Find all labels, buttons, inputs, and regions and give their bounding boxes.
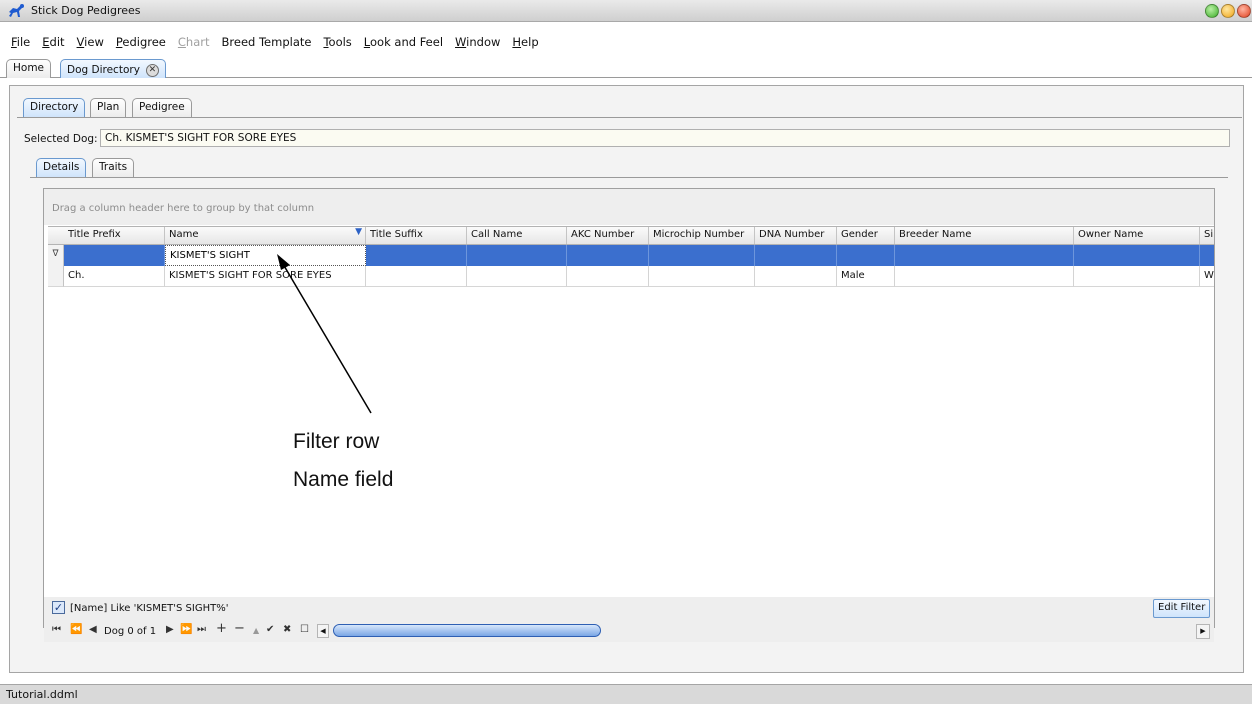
cell-title-suffix[interactable] xyxy=(366,266,467,287)
menu-item-chart[interactable]: Chart xyxy=(172,35,216,49)
horizontal-scrollbar-thumb[interactable] xyxy=(333,624,601,637)
filter-gender-cell[interactable] xyxy=(837,245,895,266)
menu-item-pedigree[interactable]: Pedigree xyxy=(110,35,172,49)
close-window-button[interactable] xyxy=(1237,4,1251,18)
cell-breeder-name[interactable] xyxy=(895,266,1074,287)
title-bar xyxy=(0,0,1252,22)
post-record-icon[interactable]: ✔ xyxy=(266,624,274,635)
app-dog-icon xyxy=(9,4,24,17)
detail-tab-divider xyxy=(30,177,1228,178)
next-record-icon[interactable]: ▶ xyxy=(166,624,174,635)
tab-strip-divider xyxy=(0,77,1252,78)
filter-title-suffix-cell[interactable] xyxy=(366,245,467,266)
filter-row-indicator-icon: ∇ xyxy=(48,245,64,266)
scroll-right-icon[interactable]: ▶ xyxy=(1196,624,1210,639)
selected-dog-field[interactable]: Ch. KISMET'S SIGHT FOR SORE EYES xyxy=(100,129,1230,147)
first-record-icon[interactable]: ⏮ xyxy=(52,624,61,635)
tab-pedigree[interactable]: Pedigree xyxy=(132,98,192,117)
last-record-icon[interactable]: ⏭ xyxy=(197,624,206,635)
group-by-hint: Drag a column header here to group by th… xyxy=(52,203,315,214)
scroll-left-icon[interactable]: ◀ xyxy=(317,624,329,638)
subtab-divider xyxy=(17,117,1242,118)
menu-item-view[interactable]: View xyxy=(71,35,110,49)
filter-dna-number-cell[interactable] xyxy=(755,245,837,266)
menu-item-window[interactable]: Window xyxy=(449,35,506,49)
filter-microchip-cell[interactable] xyxy=(649,245,755,266)
column-header-name[interactable]: Name ▼ xyxy=(165,227,366,244)
table-row[interactable]: Ch. KISMET'S SIGHT FOR SORE EYES Male W xyxy=(48,266,1214,287)
close-tab-icon[interactable]: ✕ xyxy=(145,63,159,77)
column-header-call-name[interactable]: Call Name xyxy=(467,227,567,244)
filter-funnel-icon[interactable]: ▼ xyxy=(355,227,362,237)
minimize-button[interactable] xyxy=(1205,4,1219,18)
column-header-breeder-name[interactable]: Breeder Name xyxy=(895,227,1074,244)
delete-record-icon[interactable]: − xyxy=(234,621,245,636)
column-header-title-prefix[interactable]: Title Prefix xyxy=(64,227,165,244)
add-record-icon[interactable]: + xyxy=(216,621,227,636)
cell-microchip-number[interactable] xyxy=(649,266,755,287)
edit-filter-button[interactable]: Edit Filter xyxy=(1153,599,1211,618)
column-header-si[interactable]: Si xyxy=(1200,227,1214,244)
cancel-edit-icon[interactable]: ✖ xyxy=(283,624,291,635)
tab-directory[interactable]: Directory xyxy=(23,98,86,117)
filter-breeder-name-cell[interactable] xyxy=(895,245,1074,266)
menu-item-file[interactable]: File xyxy=(5,35,36,49)
menu-item-edit[interactable]: Edit xyxy=(36,35,70,49)
annotation-line-2: Name field xyxy=(293,468,394,491)
cell-dna-number[interactable] xyxy=(755,266,837,287)
previous-page-icon[interactable]: ⏪ xyxy=(70,624,82,635)
column-header-name-label: Name xyxy=(169,229,199,240)
cell-name[interactable]: KISMET'S SIGHT FOR SORE EYES xyxy=(165,266,366,287)
tab-dog-directory[interactable]: Dog Directory ✕ xyxy=(60,59,166,78)
filter-enabled-checkbox[interactable]: ✓ xyxy=(52,601,65,614)
filter-expression[interactable]: [Name] Like 'KISMET'S SIGHT%' xyxy=(70,603,228,614)
filter-call-name-cell[interactable] xyxy=(467,245,567,266)
column-header-microchip-number[interactable]: Microchip Number xyxy=(649,227,755,244)
tab-dog-directory-label: Dog Directory xyxy=(67,64,140,76)
column-header-gender[interactable]: Gender xyxy=(837,227,895,244)
edit-record-icon[interactable]: ▲ xyxy=(253,626,259,635)
cell-call-name[interactable] xyxy=(467,266,567,287)
filter-row[interactable]: KISMET'S SIGHT xyxy=(48,245,1214,266)
tab-traits[interactable]: Traits xyxy=(92,158,135,177)
row-indicator[interactable] xyxy=(48,266,64,287)
next-page-icon[interactable]: ⏩ xyxy=(180,624,192,635)
tab-home[interactable]: Home xyxy=(6,59,52,78)
previous-record-icon[interactable]: ◀ xyxy=(89,624,97,635)
menu-item-look-and-feel[interactable]: Look and Feel xyxy=(358,35,449,49)
status-bar xyxy=(0,684,1252,704)
filter-owner-name-cell[interactable] xyxy=(1074,245,1200,266)
column-header-akc-number[interactable]: AKC Number xyxy=(567,227,649,244)
window-title: Stick Dog Pedigrees xyxy=(31,4,141,17)
tab-plan[interactable]: Plan xyxy=(90,98,127,117)
cell-akc-number[interactable] xyxy=(567,266,649,287)
cell-si[interactable]: W xyxy=(1200,266,1214,287)
annotation-line-1: Filter row xyxy=(293,430,380,453)
cell-title-prefix[interactable]: Ch. xyxy=(64,266,165,287)
filter-title-prefix-cell[interactable] xyxy=(64,245,165,266)
column-header-dna-number[interactable]: DNA Number xyxy=(755,227,837,244)
menu-item-tools[interactable]: Tools xyxy=(317,35,357,49)
record-counter: Dog 0 of 1 xyxy=(104,626,157,637)
cell-owner-name[interactable] xyxy=(1074,266,1200,287)
refresh-icon[interactable]: ☐ xyxy=(300,624,309,635)
filter-name-cell[interactable]: KISMET'S SIGHT xyxy=(165,245,366,266)
status-text: Tutorial.ddml xyxy=(6,688,78,701)
menu-item-help[interactable]: Help xyxy=(506,35,544,49)
menu-bar: File Edit View Pedigree Chart Breed Template T… xyxy=(0,32,1252,52)
cell-gender[interactable]: Male xyxy=(837,266,895,287)
selected-dog-label: Selected Dog: xyxy=(24,133,98,145)
column-header-title-suffix[interactable]: Title Suffix xyxy=(366,227,467,244)
tab-details[interactable]: Details xyxy=(36,158,87,177)
maximize-button[interactable] xyxy=(1221,4,1235,18)
menu-item-breed-template[interactable]: Breed Template xyxy=(216,35,318,49)
grid-header: Title Prefix Name ▼ Title Suffix Call Na… xyxy=(48,226,1214,245)
filter-si-cell[interactable] xyxy=(1200,245,1214,266)
filter-akc-number-cell[interactable] xyxy=(567,245,649,266)
column-header-owner-name[interactable]: Owner Name xyxy=(1074,227,1200,244)
